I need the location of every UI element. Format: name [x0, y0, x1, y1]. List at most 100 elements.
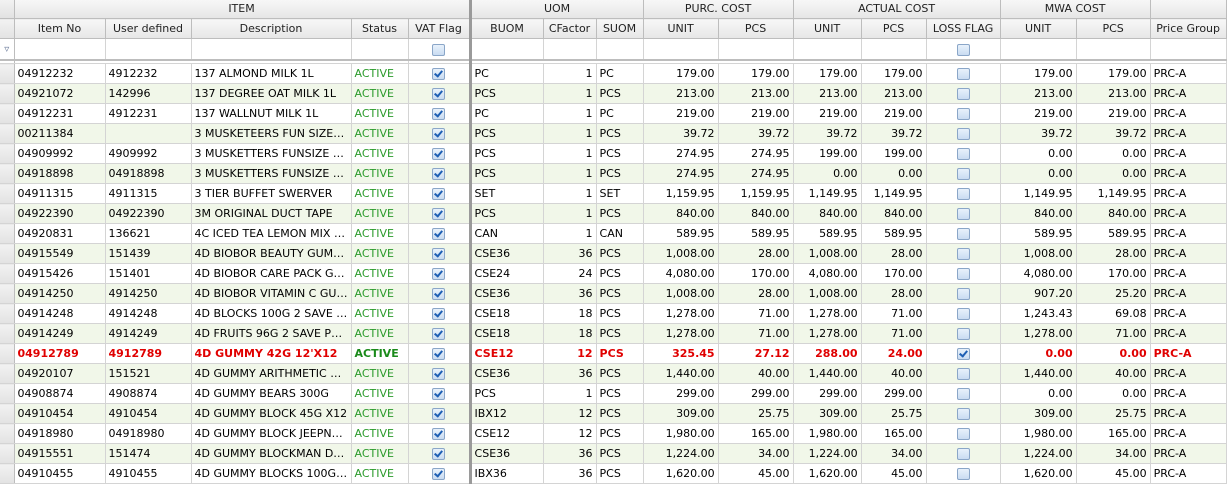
cell-price-group[interactable]: PRC-A	[1150, 223, 1227, 244]
cell-mwa-pcs[interactable]: 0.00	[1076, 163, 1151, 184]
cell-actual-pcs[interactable]: 589.95	[861, 223, 927, 244]
cell-description[interactable]: 4D GUMMY 42G 12'X12	[191, 343, 352, 364]
cell-purc-unit[interactable]: 1,440.00	[643, 363, 719, 384]
filter-cell-mwa-unit[interactable]	[1000, 38, 1077, 61]
row-selector[interactable]	[0, 443, 15, 464]
row-selector[interactable]	[0, 343, 15, 364]
cell-cfactor[interactable]: 36	[543, 463, 597, 484]
loss-flag-checkbox[interactable]	[956, 188, 970, 200]
cell-buom[interactable]: CAN	[470, 223, 544, 244]
cell-actual-unit[interactable]: 288.00	[793, 343, 862, 364]
cell-status[interactable]: ACTIVE	[351, 343, 409, 364]
filter-checkbox-loss[interactable]	[956, 43, 970, 56]
cell-purc-pcs[interactable]: 71.00	[718, 323, 794, 344]
cell-actual-unit[interactable]: 299.00	[793, 383, 862, 404]
cell-suom[interactable]: CAN	[596, 223, 644, 244]
cell-actual-pcs[interactable]: 25.75	[861, 403, 927, 424]
loss-flag-checkbox[interactable]	[956, 268, 970, 280]
cell-mwa-pcs[interactable]: 28.00	[1076, 243, 1151, 264]
cell-buom[interactable]: PCS	[470, 163, 544, 184]
funnel-icon[interactable]: ▿	[4, 44, 9, 55]
cell-price-group[interactable]: PRC-A	[1150, 443, 1227, 464]
vat-flag-checkbox[interactable]	[432, 248, 446, 260]
cell-user-defined[interactable]: 04918980	[105, 423, 192, 444]
cell-buom[interactable]: PCS	[470, 203, 544, 224]
cell-description[interactable]: 137 WALLNUT MILK 1L	[191, 103, 352, 124]
cell-mwa-unit[interactable]: 219.00	[1000, 103, 1077, 124]
cell-status[interactable]: ACTIVE	[351, 283, 409, 304]
cell-status[interactable]: ACTIVE	[351, 243, 409, 264]
cell-user-defined[interactable]: 4912232	[105, 63, 192, 84]
cell-status[interactable]: ACTIVE	[351, 423, 409, 444]
column-header-suom[interactable]: SUOM	[596, 18, 644, 39]
cell-purc-pcs[interactable]: 25.75	[718, 403, 794, 424]
vat-flag-checkbox[interactable]	[432, 408, 446, 420]
cell-cfactor[interactable]: 18	[543, 323, 597, 344]
cell-buom[interactable]: PC	[470, 103, 544, 124]
cell-mwa-unit[interactable]: 0.00	[1000, 343, 1077, 364]
cell-cfactor[interactable]: 1	[543, 83, 597, 104]
cell-price-group[interactable]: PRC-A	[1150, 343, 1227, 364]
cell-cfactor[interactable]: 1	[543, 103, 597, 124]
cell-status[interactable]: ACTIVE	[351, 83, 409, 104]
cell-item-no[interactable]: 04918980	[14, 423, 106, 444]
cell-purc-pcs[interactable]: 219.00	[718, 103, 794, 124]
cell-user-defined[interactable]: 4914248	[105, 303, 192, 324]
cell-cfactor[interactable]: 1	[543, 203, 597, 224]
cell-purc-pcs[interactable]: 71.00	[718, 303, 794, 324]
loss-flag-checkbox[interactable]	[956, 208, 970, 220]
cell-mwa-unit[interactable]: 907.20	[1000, 283, 1077, 304]
cell-purc-unit[interactable]: 325.45	[643, 343, 719, 364]
cell-mwa-unit[interactable]: 1,149.95	[1000, 183, 1077, 204]
row-selector[interactable]	[0, 223, 15, 244]
cell-item-no[interactable]: 04920831	[14, 223, 106, 244]
row-selector[interactable]	[0, 103, 15, 124]
cell-mwa-unit[interactable]: 1,278.00	[1000, 323, 1077, 344]
loss-flag-checkbox[interactable]	[956, 468, 970, 480]
cell-status[interactable]: ACTIVE	[351, 163, 409, 184]
cell-suom[interactable]: PC	[596, 103, 644, 124]
cell-status[interactable]: ACTIVE	[351, 363, 409, 384]
cell-price-group[interactable]: PRC-A	[1150, 163, 1227, 184]
vat-flag-checkbox[interactable]	[432, 448, 446, 460]
cell-buom[interactable]: IBX12	[470, 403, 544, 424]
cell-mwa-unit[interactable]: 589.95	[1000, 223, 1077, 244]
cell-status[interactable]: ACTIVE	[351, 143, 409, 164]
cell-mwa-unit[interactable]: 840.00	[1000, 203, 1077, 224]
cell-item-no[interactable]: 04918898	[14, 163, 106, 184]
cell-status[interactable]: ACTIVE	[351, 203, 409, 224]
column-header-mwa-unit[interactable]: UNIT	[1000, 18, 1077, 39]
row-selector[interactable]	[0, 183, 15, 204]
cell-actual-pcs[interactable]: 24.00	[861, 343, 927, 364]
table-row[interactable]: 04910455 4910455 4D GUMMY BLOCKS 100G X36 A…	[0, 463, 1227, 484]
cell-suom[interactable]: PCS	[596, 443, 644, 464]
cell-description[interactable]: 4D BIOBOR VITAMIN C GUMMY	[191, 283, 352, 304]
cell-actual-pcs[interactable]: 34.00	[861, 443, 927, 464]
cell-status[interactable]: ACTIVE	[351, 263, 409, 284]
cell-price-group[interactable]: PRC-A	[1150, 303, 1227, 324]
loss-flag-checkbox[interactable]	[956, 68, 970, 80]
cell-actual-pcs[interactable]: 179.00	[861, 63, 927, 84]
cell-status[interactable]: ACTIVE	[351, 103, 409, 124]
cell-purc-pcs[interactable]: 274.95	[718, 143, 794, 164]
cell-mwa-pcs[interactable]: 213.00	[1076, 83, 1151, 104]
cell-actual-unit[interactable]: 1,149.95	[793, 183, 862, 204]
cell-actual-unit[interactable]: 0.00	[793, 163, 862, 184]
cell-purc-unit[interactable]: 274.95	[643, 143, 719, 164]
cell-actual-unit[interactable]: 1,008.00	[793, 243, 862, 264]
filter-cell-actual-pcs[interactable]	[861, 38, 927, 61]
cell-item-no[interactable]: 04911315	[14, 183, 106, 204]
cell-actual-pcs[interactable]: 71.00	[861, 323, 927, 344]
cell-price-group[interactable]: PRC-A	[1150, 383, 1227, 404]
cell-description[interactable]: 4D FRUITS 96G 2 SAVE P15 X18	[191, 323, 352, 344]
cell-user-defined[interactable]	[105, 123, 192, 144]
table-row[interactable]: 04918980049189804D GUMMY BLOCK JEEPNEY 2…	[0, 423, 1227, 444]
cell-cfactor[interactable]: 1	[543, 143, 597, 164]
cell-user-defined[interactable]: 04922390	[105, 203, 192, 224]
cell-cfactor[interactable]: 1	[543, 163, 597, 184]
filter-cell-item-no[interactable]	[14, 38, 106, 61]
cell-actual-unit[interactable]: 39.72	[793, 123, 862, 144]
filter-cell-description[interactable]	[191, 38, 352, 61]
column-header-purc-unit[interactable]: UNIT	[643, 18, 719, 39]
cell-actual-pcs[interactable]: 71.00	[861, 303, 927, 324]
